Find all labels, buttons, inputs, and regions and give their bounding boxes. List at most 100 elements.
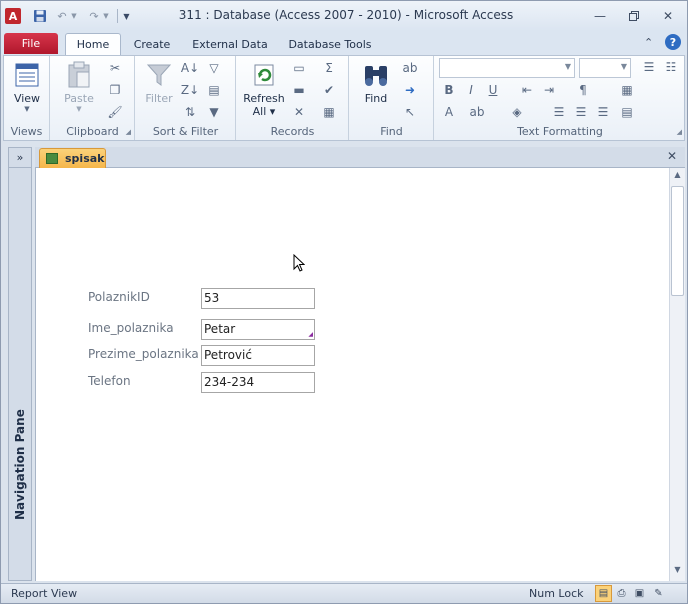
print-preview-button[interactable]: ⎙ bbox=[613, 585, 630, 602]
sort-ascending-icon[interactable]: A↓ bbox=[181, 60, 199, 76]
design-view-button[interactable]: ✎ bbox=[650, 585, 667, 602]
paste-icon bbox=[64, 60, 94, 90]
alternate-row-color-icon[interactable]: ▤ bbox=[619, 104, 635, 120]
text-formatting-group: ▼ ▼ ☰ ☷ B I U ⇤ ⇥ ¶ ▦ A ab ◈ ☰ ☰ ☰ ▤ Tex… bbox=[435, 56, 685, 140]
tab-home[interactable]: Home bbox=[65, 33, 121, 55]
font-name-combo[interactable]: ▼ bbox=[439, 58, 575, 78]
minimize-button[interactable]: — bbox=[587, 7, 613, 25]
scroll-down-icon[interactable]: ▼ bbox=[670, 565, 685, 579]
format-painter-icon[interactable]: 🖌 bbox=[107, 104, 123, 120]
layout-view-button[interactable]: ▣ bbox=[631, 585, 648, 602]
view-button[interactable]: View ▼ bbox=[10, 60, 44, 113]
views-group-label: Views bbox=[10, 125, 43, 138]
underline-icon[interactable]: U bbox=[485, 82, 501, 98]
field-value-telefon: 234-234 bbox=[201, 372, 315, 393]
italic-icon[interactable]: I bbox=[463, 82, 479, 98]
spelling-icon[interactable]: ✔ bbox=[321, 82, 337, 98]
customize-qat-icon[interactable]: ▼ bbox=[122, 8, 131, 24]
refresh-icon bbox=[249, 60, 279, 90]
sort-descending-icon[interactable]: Z↓ bbox=[181, 82, 199, 98]
find-group-label: Find bbox=[380, 125, 403, 138]
filter-icon bbox=[144, 60, 174, 90]
cut-icon[interactable]: ✂ bbox=[107, 60, 123, 76]
select-icon[interactable]: ↖ bbox=[402, 104, 418, 120]
totals-icon[interactable]: Σ bbox=[321, 60, 337, 76]
navigation-pane-label[interactable]: Navigation Pane bbox=[13, 409, 27, 520]
replace-icon[interactable]: ab bbox=[402, 60, 418, 76]
align-left-icon[interactable]: ☰ bbox=[551, 104, 567, 120]
document-tab-bar: spisak ✕ bbox=[35, 147, 685, 168]
report-view-button[interactable]: ▤ bbox=[595, 585, 612, 602]
decrease-indent-icon[interactable]: ⇤ bbox=[519, 82, 535, 98]
error-indicator-icon: ◢ bbox=[308, 331, 313, 338]
vertical-scrollbar[interactable]: ▲ ▼ bbox=[669, 168, 685, 581]
gridlines-icon[interactable]: ▦ bbox=[619, 82, 635, 98]
align-center-icon[interactable]: ☰ bbox=[573, 104, 589, 120]
go-to-icon[interactable]: ➜ bbox=[402, 82, 418, 98]
field-value-prezime-polaznika: Petrović bbox=[201, 345, 315, 366]
background-color-icon[interactable]: ◈ bbox=[509, 104, 525, 120]
field-value-polaznikid: 53 bbox=[201, 288, 315, 309]
title-bar: A ↶ ▼ ↷ ▼ ▼ 311 : Database (Access 2007 … bbox=[1, 1, 687, 31]
advanced-filter-icon[interactable]: ▤ bbox=[206, 82, 222, 98]
save-icon[interactable] bbox=[32, 8, 47, 24]
more-records-icon[interactable]: ▦ bbox=[321, 104, 337, 120]
ribbon: View ▼ Views Paste ▼ ✂ ❐ 🖌 Clipboard ◢ F… bbox=[3, 55, 685, 141]
bold-icon[interactable]: B bbox=[441, 82, 457, 98]
find-button[interactable]: Find bbox=[356, 60, 396, 105]
tab-external-data[interactable]: External Data bbox=[186, 33, 274, 55]
clipboard-group-label: Clipboard bbox=[66, 125, 119, 138]
tab-database-tools[interactable]: Database Tools bbox=[282, 33, 378, 55]
undo-icon[interactable]: ↶ bbox=[55, 8, 69, 24]
numbering-icon[interactable]: ☰ bbox=[641, 59, 657, 75]
align-right-icon[interactable]: ☰ bbox=[595, 104, 611, 120]
view-dropdown-icon: ▼ bbox=[24, 105, 30, 113]
restore-button[interactable] bbox=[621, 7, 647, 25]
increase-indent-icon[interactable]: ⇥ bbox=[541, 82, 557, 98]
close-document-icon[interactable]: ✕ bbox=[667, 149, 677, 163]
status-text: Report View bbox=[11, 587, 78, 600]
view-icon bbox=[12, 60, 42, 90]
refresh-all-button[interactable]: Refresh All ▾ bbox=[241, 60, 287, 118]
records-group: Refresh All ▾ ▭ ▬ ✕ Σ ✔ ▦ Records bbox=[237, 56, 349, 140]
sort-filter-group: Filter A↓ Z↓ ⇅ ▽ ▤ ▼ Sort & Filter bbox=[136, 56, 236, 140]
copy-icon[interactable]: ❐ bbox=[107, 82, 123, 98]
document-tab-spisak[interactable]: spisak bbox=[39, 148, 106, 168]
field-value-ime-polaznika: Petar ◢ bbox=[201, 319, 315, 340]
close-button[interactable]: ✕ bbox=[655, 7, 681, 25]
scroll-thumb[interactable] bbox=[671, 186, 684, 296]
delete-record-icon[interactable]: ✕ bbox=[291, 104, 307, 120]
undo-dropdown-icon[interactable]: ▼ bbox=[70, 8, 78, 24]
new-record-icon[interactable]: ▭ bbox=[291, 60, 307, 76]
bullets-icon[interactable]: ☷ bbox=[663, 59, 679, 75]
font-size-combo[interactable]: ▼ bbox=[579, 58, 631, 78]
paragraph-icon[interactable]: ¶ bbox=[575, 82, 591, 98]
remove-sort-icon[interactable]: ⇅ bbox=[182, 104, 198, 120]
qat-separator bbox=[117, 9, 119, 23]
navigation-pane[interactable]: » Navigation Pane bbox=[8, 147, 32, 581]
collapse-ribbon-icon[interactable]: ⌃ bbox=[644, 36, 653, 49]
filter-button[interactable]: Filter bbox=[140, 60, 178, 105]
status-bar: Report View Num Lock ▤ ⎙ ▣ ✎ bbox=[1, 583, 687, 603]
selection-filter-icon[interactable]: ▽ bbox=[206, 60, 222, 76]
redo-dropdown-icon[interactable]: ▼ bbox=[102, 8, 110, 24]
tab-create[interactable]: Create bbox=[127, 33, 177, 55]
text-formatting-launcher-icon[interactable]: ◢ bbox=[677, 128, 682, 136]
redo-icon[interactable]: ↷ bbox=[87, 8, 101, 24]
paste-button[interactable]: Paste ▼ bbox=[59, 60, 99, 113]
binoculars-icon bbox=[361, 60, 391, 90]
toggle-filter-icon[interactable]: ▼ bbox=[206, 104, 222, 120]
views-group: View ▼ Views bbox=[4, 56, 50, 140]
scroll-up-icon[interactable]: ▲ bbox=[670, 170, 685, 184]
nav-pane-expand-icon[interactable]: » bbox=[9, 148, 31, 168]
save-record-icon[interactable]: ▬ bbox=[291, 82, 307, 98]
font-color-icon[interactable]: A bbox=[441, 104, 457, 120]
access-app-icon[interactable]: A bbox=[5, 8, 21, 24]
tab-file[interactable]: File bbox=[4, 33, 58, 54]
help-icon[interactable]: ? bbox=[665, 34, 681, 50]
field-label-prezime-polaznika: Prezime_polaznika bbox=[88, 347, 199, 361]
highlight-icon[interactable]: ab bbox=[469, 104, 485, 120]
field-label-telefon: Telefon bbox=[88, 374, 131, 388]
report-icon bbox=[46, 153, 58, 164]
clipboard-launcher-icon[interactable]: ◢ bbox=[126, 128, 131, 136]
